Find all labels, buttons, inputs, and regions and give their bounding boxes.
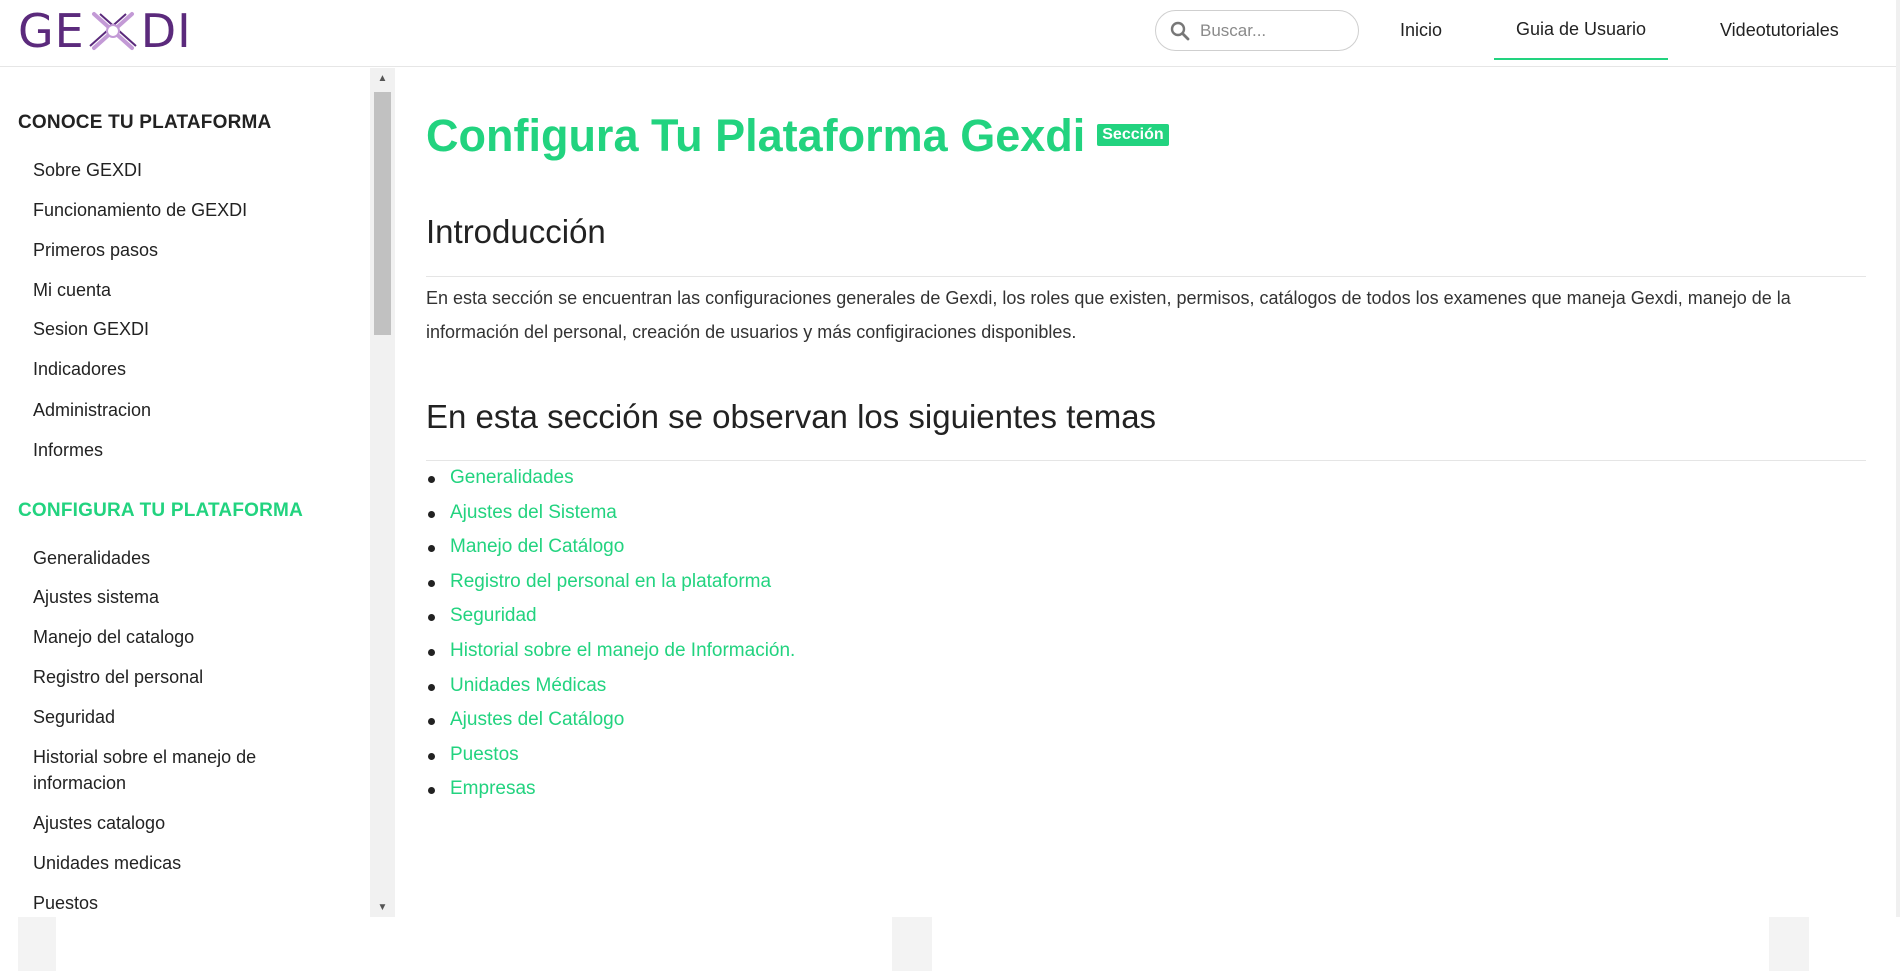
sidebar-item-administracion[interactable]: Administracion (33, 397, 333, 423)
list-item: Ajustes del Sistema (426, 496, 795, 531)
intro-heading: Introducción (426, 213, 606, 250)
sidebar: CONOCE TU PLATAFORMA Sobre GEXDI Funcion… (0, 68, 370, 917)
sidebar-scrollbar[interactable]: ▲ ▼ (370, 68, 395, 917)
bullet-icon (428, 787, 435, 795)
scroll-up-arrow-icon[interactable]: ▲ (370, 68, 395, 88)
bullet-icon (428, 476, 435, 483)
list-item: Generalidades (426, 461, 795, 496)
gexdi-logo[interactable]: GE DI (18, 4, 192, 58)
logo-text-right: DI (140, 4, 192, 58)
sidebar-item-informes[interactable]: Informes (33, 437, 333, 463)
sidebar-item-registro-personal[interactable]: Registro del personal (33, 664, 333, 690)
top-header: GE DI Inicio Guia de Usuario Videotutori… (0, 0, 1900, 67)
topic-link-seguridad[interactable]: Seguridad (450, 605, 537, 626)
bullet-icon (428, 752, 435, 760)
bottom-block (1769, 917, 1809, 971)
main-content: Configura Tu Plataforma Gexdi Sección Int… (396, 68, 1866, 917)
logo-x-mark-icon (89, 12, 137, 50)
list-item: Seguridad (426, 599, 795, 634)
list-item: Unidades Médicas (426, 669, 795, 704)
bottom-block (18, 917, 56, 971)
bullet-icon (428, 683, 435, 691)
nav-videotutoriales[interactable]: Videotutoriales (1720, 0, 1839, 60)
topic-link-manejo-catalogo[interactable]: Manejo del Catálogo (450, 536, 624, 557)
list-item: Registro del personal en la plataforma (426, 565, 795, 600)
sidebar-item-manejo-catalogo[interactable]: Manejo del catalogo (33, 624, 333, 650)
bottom-strip (0, 917, 1900, 971)
sidebar-item-funcionamiento[interactable]: Funcionamiento de GEXDI (33, 197, 333, 223)
list-item: Historial sobre el manejo de Información… (426, 634, 795, 669)
sidebar-item-seguridad[interactable]: Seguridad (33, 704, 333, 730)
sidebar-item-puestos[interactable]: Puestos (33, 890, 333, 916)
topic-link-registro-personal[interactable]: Registro del personal en la plataforma (450, 571, 771, 592)
intro-divider (426, 276, 1866, 277)
logo-text-left: GE (18, 4, 85, 58)
topics-list: Generalidades Ajustes del Sistema Manejo… (426, 461, 795, 807)
nav-inicio[interactable]: Inicio (1400, 0, 1442, 60)
nav-videotutoriales-label: Videotutoriales (1720, 19, 1839, 40)
list-item: Empresas (426, 772, 795, 807)
sidebar-item-sesion-gexdi[interactable]: Sesion GEXDI (33, 316, 333, 342)
nav-guia-de-usuario-label: Guia de Usuario (1515, 18, 1647, 39)
list-item: Manejo del Catálogo (426, 530, 795, 565)
sidebar-item-indicadores[interactable]: Indicadores (33, 356, 333, 382)
sidebar-item-ajustes-catalogo[interactable]: Ajustes catalogo (33, 810, 333, 836)
sidebar-item-unidades-medicas[interactable]: Unidades medicas (33, 850, 333, 876)
sidebar-item-ajustes-sistema[interactable]: Ajustes sistema (33, 584, 333, 610)
section-badge: Sección (1097, 124, 1169, 147)
topics-heading: En esta sección se observan los siguient… (426, 398, 1157, 435)
sidebar-item-primeros-pasos[interactable]: Primeros pasos (33, 237, 333, 263)
list-item: Puestos (426, 738, 795, 773)
window-right-edge (1896, 0, 1900, 917)
bullet-icon (428, 510, 435, 518)
list-item: Ajustes del Catálogo (426, 703, 795, 738)
intro-paragraph: En esta sección se encuentran las config… (426, 288, 1791, 342)
bullet-icon (428, 579, 435, 587)
search-box[interactable] (1155, 10, 1359, 51)
sidebar-item-historial[interactable]: Historial sobre el manejo de informacion (33, 744, 323, 796)
topic-link-ajustes-catalogo[interactable]: Ajustes del Catálogo (450, 709, 624, 730)
sidebar-item-sobre-gexdi[interactable]: Sobre GEXDI (33, 157, 333, 183)
search-input[interactable] (1198, 19, 1348, 42)
topic-link-historial[interactable]: Historial sobre el manejo de Información… (450, 640, 795, 661)
bullet-icon (428, 718, 435, 726)
scroll-down-arrow-icon[interactable]: ▼ (370, 897, 395, 917)
scrollbar-thumb[interactable] (374, 92, 391, 335)
nav-inicio-label: Inicio (1400, 19, 1443, 40)
topic-link-ajustes-sistema[interactable]: Ajustes del Sistema (450, 502, 617, 523)
bullet-icon (428, 614, 435, 622)
page-title: Configura Tu Plataforma Gexdi Sección (426, 110, 1169, 162)
topic-link-generalidades[interactable]: Generalidades (450, 467, 574, 488)
topic-link-empresas[interactable]: Empresas (450, 778, 536, 799)
bullet-icon (428, 648, 435, 656)
page-title-text: Configura Tu Plataforma Gexdi (426, 110, 1086, 161)
nav-guia-de-usuario[interactable]: Guia de Usuario (1494, 0, 1668, 60)
search-icon (1170, 21, 1190, 40)
sidebar-item-generalidades[interactable]: Generalidades (33, 545, 333, 571)
sidebar-item-mi-cuenta[interactable]: Mi cuenta (33, 277, 333, 303)
topic-link-unidades-medicas[interactable]: Unidades Médicas (450, 675, 606, 696)
sidebar-section-title-conoce[interactable]: CONOCE TU PLATAFORMA (18, 112, 271, 134)
sidebar-section-title-configura[interactable]: CONFIGURA TU PLATAFORMA (18, 500, 303, 522)
topic-link-puestos[interactable]: Puestos (450, 744, 519, 765)
bullet-icon (428, 545, 435, 553)
bottom-block (892, 917, 932, 971)
